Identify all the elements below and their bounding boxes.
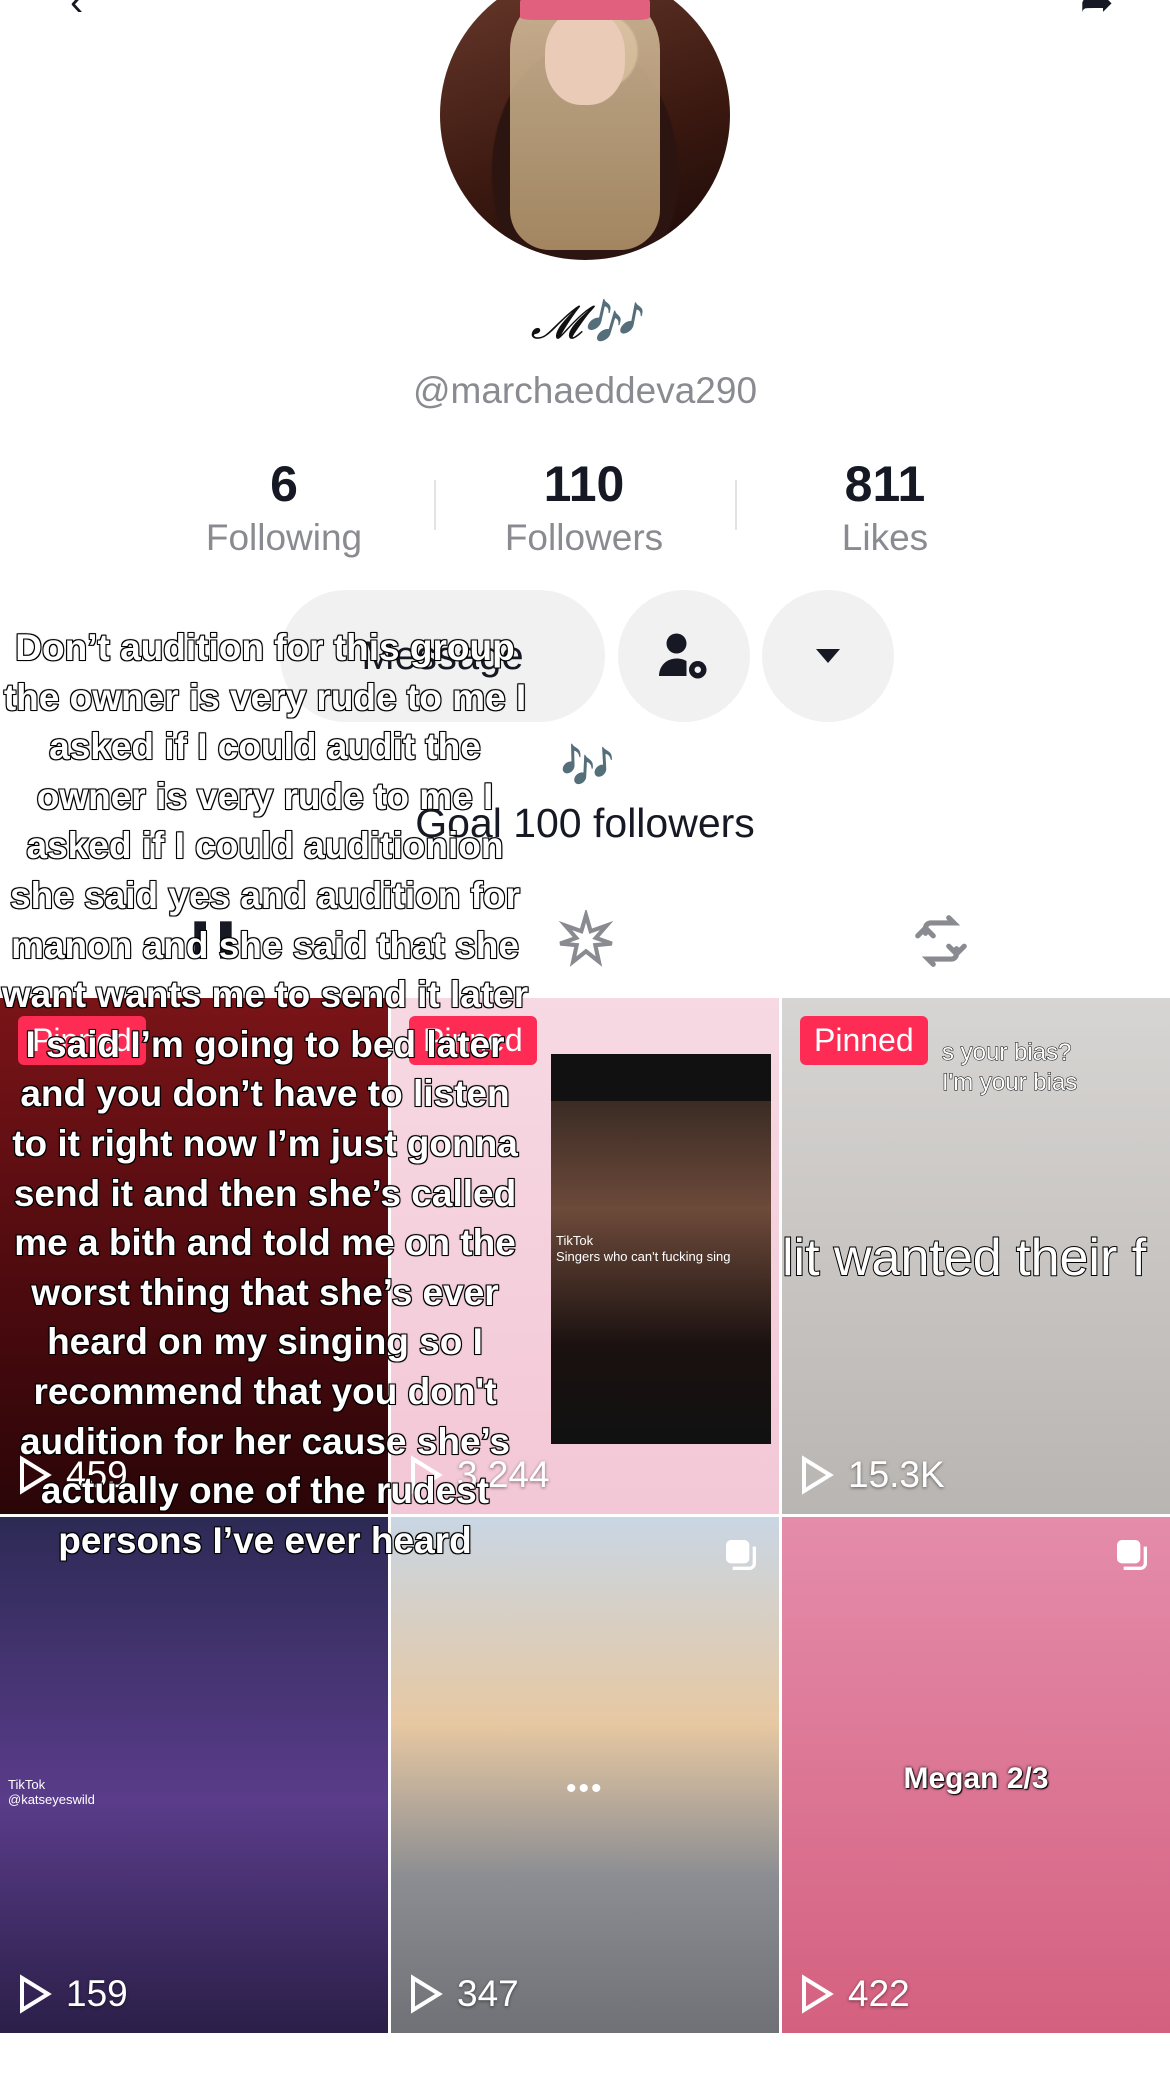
stat-following-label: Following — [205, 517, 363, 558]
multi-photo-icon — [726, 1540, 756, 1570]
video-tile[interactable]: ••• 347 — [391, 1517, 779, 2033]
back-icon[interactable]: ‹ — [70, 0, 83, 25]
stat-likes: 811 Likes — [735, 455, 1035, 559]
view-count: 422 — [800, 1973, 910, 2015]
pinned-badge: Pinned — [800, 1016, 928, 1065]
view-count-text: 422 — [848, 1973, 910, 2014]
video-top-caption: s your bias? I'm your bias — [941, 1039, 1078, 1097]
view-count: 347 — [409, 1973, 519, 2015]
tiktok-watermark: TikTok @katseyeswild — [8, 1777, 95, 1807]
share-icon[interactable]: ➦ — [1080, 0, 1114, 26]
profile-avatar[interactable] — [440, 0, 730, 260]
friend-settings-button[interactable] — [618, 590, 750, 722]
play-icon — [802, 1455, 834, 1495]
video-tile[interactable]: Megan 2/3 422 — [782, 1517, 1170, 2033]
view-count-text: 347 — [457, 1973, 519, 2014]
avatar-bandana — [520, 0, 650, 20]
stat-following[interactable]: 6 Following — [134, 455, 434, 559]
stat-followers[interactable]: 110 Followers — [434, 455, 734, 559]
more-options-button[interactable] — [762, 590, 894, 722]
video-tile[interactable]: s your bias? I'm your bias lit wanted th… — [782, 998, 1170, 1514]
stat-likes-label: Likes — [841, 517, 929, 558]
view-count-text: 15.3K — [848, 1454, 945, 1495]
repost-icon[interactable] — [910, 910, 972, 972]
video-caption: Megan 2/3 — [903, 1762, 1049, 1795]
text-overlay: Don’t audition for this group the owner … — [1, 626, 529, 1562]
multi-photo-icon — [1117, 1540, 1147, 1570]
triangle-down-icon — [816, 649, 840, 663]
view-count: 159 — [18, 1973, 128, 2015]
more-dots: ••• — [566, 1772, 604, 1805]
sparkle-icon[interactable] — [555, 910, 617, 972]
video-tile[interactable]: TikTok @katseyeswild 159 — [0, 1517, 388, 2033]
tiktok-watermark: TikTok Singers who can't fucking sing — [556, 1233, 731, 1264]
stat-likes-value: 811 — [844, 456, 926, 512]
play-icon — [802, 1974, 834, 2014]
stat-followers-value: 110 — [543, 456, 625, 512]
stat-following-value: 6 — [270, 456, 298, 512]
music-notes-icon: 🎶 — [560, 742, 615, 791]
stat-followers-label: Followers — [504, 517, 664, 558]
display-name: 𝓜🎶 — [530, 295, 640, 349]
username: @marchaeddeva290 — [412, 370, 758, 411]
view-count-text: 159 — [66, 1973, 128, 2014]
video-caption: lit wanted their f — [782, 1228, 1147, 1288]
view-count: 15.3K — [800, 1454, 945, 1496]
play-icon — [20, 1974, 52, 2014]
avatar-face — [545, 10, 625, 105]
play-icon — [411, 1974, 443, 2014]
person-gear-icon — [659, 633, 707, 679]
